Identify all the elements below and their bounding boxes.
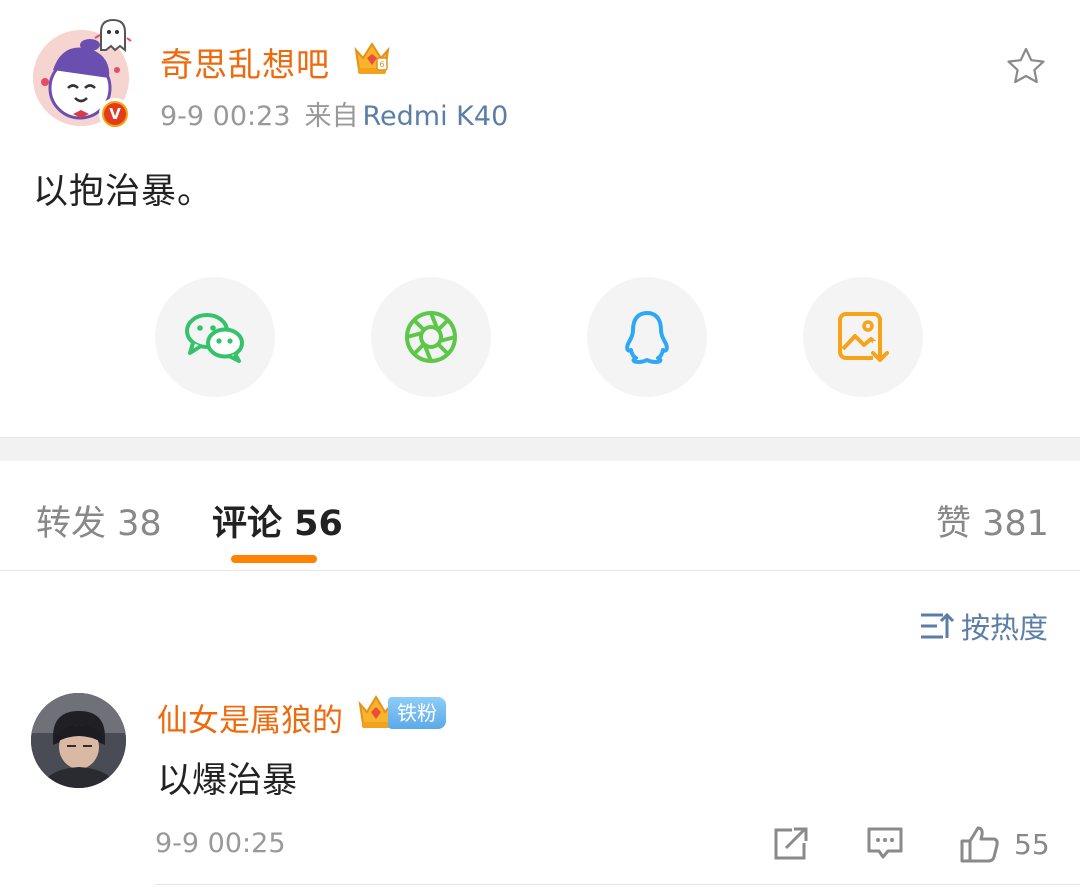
- tab-repost[interactable]: 转发 38: [36, 495, 162, 546]
- post-author-avatar[interactable]: V: [33, 18, 133, 130]
- share-moments-button[interactable]: [371, 277, 491, 397]
- sort-icon: [921, 612, 955, 639]
- comment-author-avatar[interactable]: [31, 693, 126, 788]
- comment-share-button[interactable]: [772, 824, 810, 864]
- post-timestamp: 9-9 00:23: [160, 101, 291, 132]
- save-image-button[interactable]: [803, 277, 923, 397]
- crown-icon: 6: [353, 40, 391, 76]
- save-image-icon: [838, 312, 889, 363]
- post-author-name[interactable]: 奇思乱想吧: [160, 38, 330, 86]
- source-label: 来自: [304, 101, 359, 132]
- sort-label: 按热度: [961, 611, 1049, 645]
- device-link[interactable]: Redmi K40: [363, 101, 509, 132]
- moments-icon: [405, 311, 457, 363]
- comment-icon: [867, 827, 903, 859]
- post-body-text: 以抱治暴。: [33, 172, 214, 212]
- share-qq-button[interactable]: [587, 277, 707, 397]
- comment-divider: [155, 884, 1080, 885]
- comment-like-button[interactable]: 55: [960, 824, 1050, 864]
- wechat-icon: [185, 313, 244, 363]
- sort-button[interactable]: 按热度: [919, 606, 1048, 646]
- svg-text:6: 6: [379, 60, 384, 69]
- comment-timestamp: 9-9 00:25: [155, 828, 286, 859]
- verified-v-text: V: [104, 103, 126, 125]
- like-count: 55: [1014, 827, 1050, 861]
- ghost-icon: [93, 16, 133, 56]
- qq-icon: [625, 311, 669, 364]
- section-divider: [0, 437, 1080, 461]
- favorite-star-button[interactable]: [1005, 46, 1047, 86]
- user-photo-avatar: [31, 693, 126, 788]
- star-icon: [1007, 47, 1045, 84]
- thumbs-up-icon: [960, 826, 999, 863]
- share-wechat-button[interactable]: [155, 277, 275, 397]
- tab-comments[interactable]: 评论 56: [212, 495, 343, 546]
- post-meta: 9-9 00:23 来自 Redmi K40: [160, 94, 508, 133]
- share-row: [0, 277, 1080, 397]
- verified-v-badge: V: [99, 98, 131, 130]
- tab-likes[interactable]: 赞 381: [936, 495, 1049, 546]
- share-icon: [774, 827, 808, 860]
- post-card: V 奇思乱想吧 6 9-9 00:23 来自 Redmi K40 以抱治暴。: [0, 0, 1080, 437]
- post-tabs: 转发 38 评论 56 赞 381: [0, 461, 1080, 571]
- comment-text: 以爆治暴: [157, 761, 298, 801]
- active-tab-indicator: [231, 555, 317, 563]
- comment-author-name[interactable]: 仙女是属狼的: [157, 695, 343, 740]
- fan-badge: 铁粉: [388, 697, 446, 729]
- comment-reply-button[interactable]: [866, 824, 904, 864]
